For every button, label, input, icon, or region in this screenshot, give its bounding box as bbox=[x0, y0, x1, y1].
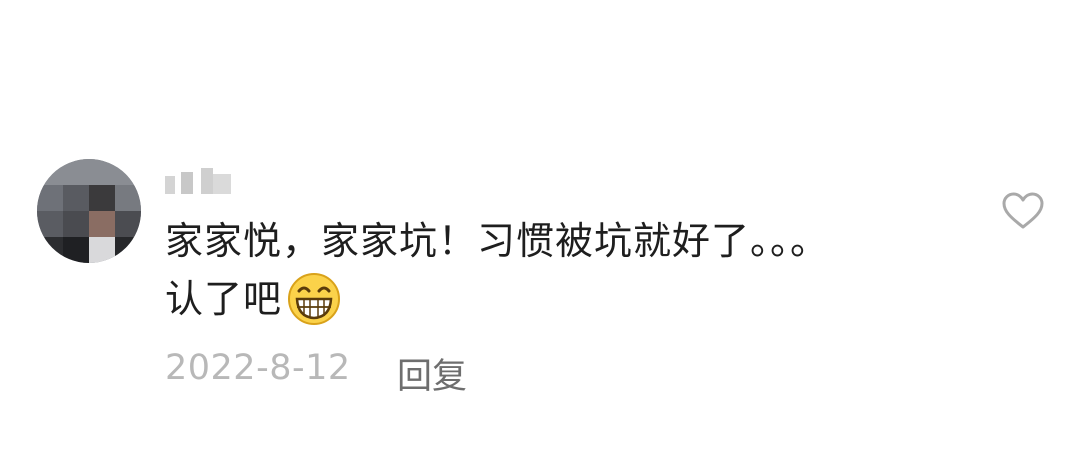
comment-text-line: 认了吧 bbox=[165, 270, 945, 328]
avatar[interactable] bbox=[37, 159, 141, 263]
comment-date: 2022-8-12 bbox=[165, 348, 351, 388]
comment-text-line: 家家悦，家家坑！习惯被坑就好了。。。 bbox=[165, 219, 830, 263]
reply-button[interactable]: 回复 bbox=[397, 348, 467, 399]
username[interactable] bbox=[165, 166, 245, 196]
heart-outline-icon[interactable] bbox=[1002, 192, 1044, 230]
comment-item: 家家悦，家家坑！习惯被坑就好了。。。 认了吧 2022-8-12 回复 bbox=[0, 0, 1080, 452]
comment-text: 家家悦，家家坑！习惯被坑就好了。。。 认了吧 bbox=[165, 212, 945, 328]
comment-text-segment: 认了吧 bbox=[165, 277, 283, 321]
grinning-face-icon bbox=[286, 271, 342, 327]
